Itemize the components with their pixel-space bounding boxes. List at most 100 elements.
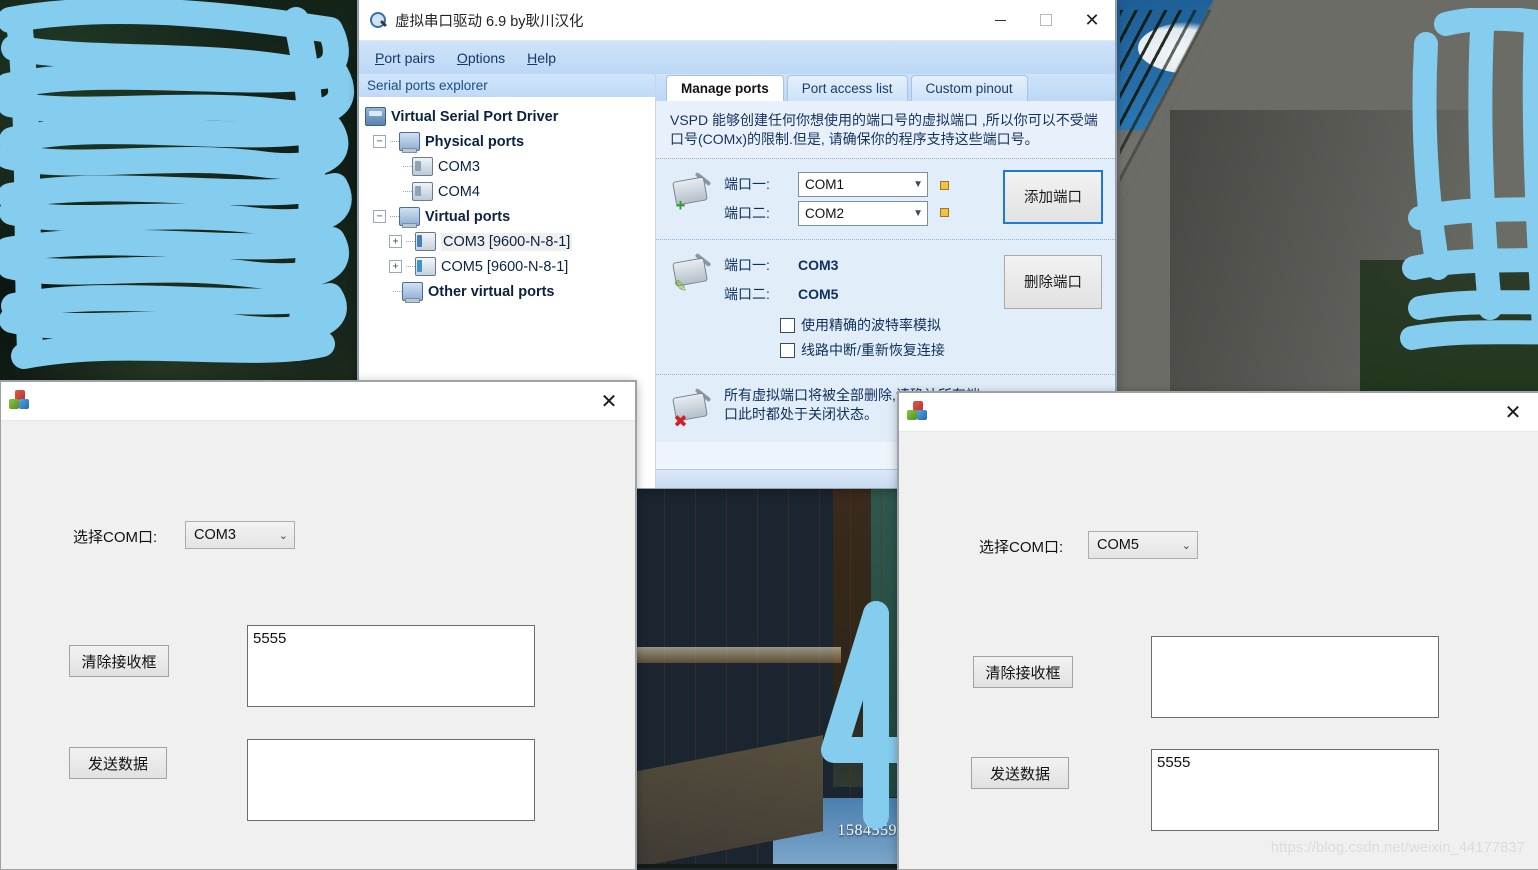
receive-textbox[interactable] [1151,636,1439,718]
send-textbox[interactable]: 5555 [1151,749,1439,831]
tree-label: Physical ports [425,133,525,150]
tree-label: COM5 [9600-N-8-1] [441,258,569,275]
expand-expander[interactable]: + [389,235,402,248]
wallpaper-waterline [633,647,841,663]
expand-expander[interactable]: + [389,260,402,273]
com-port-label: 选择COM口: [73,529,158,546]
add-port1-label: 端口一: [724,176,770,193]
chevron-down-icon: ⌄ [1181,539,1191,552]
send-data-button[interactable]: 发送数据 [69,747,167,779]
menu-help[interactable]: Help [527,50,556,66]
baudrate-emulation-checkbox[interactable] [780,317,795,333]
close-icon: ✕ [1084,10,1100,30]
wallpaper-middle-region: 1584559 [633,487,911,868]
close-icon[interactable]: ✕ [583,382,635,420]
close-button[interactable]: ✕ [1069,0,1115,40]
driver-icon [365,107,386,126]
com-port-value: COM3 [194,527,236,543]
serial-ports-tree: Virtual Serial Port Driver − Physical po… [359,97,655,304]
pair-bracket [936,170,949,199]
vs-app-icon [9,390,31,412]
baudrate-emulation-label: 使用精确的波特率模拟 [801,317,941,334]
virtual-port-icon [415,257,436,276]
computer-icon [402,282,423,303]
chevron-down-icon: ▼ [913,178,923,190]
tree-item-com3-virtual[interactable]: + COM3 [9600-N-8-1] [365,229,655,254]
send-textbox[interactable] [247,739,535,821]
serial-terminal-window-com3: ✕ 选择COM口: COM3 ⌄ 清除接收框 5555 发送数据 [0,381,636,870]
manage-port2-value: COM5 [798,286,839,303]
manage-port1-label: 端口一: [724,257,770,274]
tab-bar: Manage ports Port access list Custom pin… [656,74,1115,101]
vs-app-icon [907,401,929,423]
wallpaper-right-region [1110,0,1538,400]
vspd-description-text: VSPD 能够创建任何你想使用的端口号的虚拟端口 ,所以你可以不受端口号(COM… [656,101,1115,159]
photo-counter-overlay: 1584559 [837,822,897,839]
tree-item-virtual-ports[interactable]: − Virtual ports [365,204,655,229]
computer-icon [399,132,420,153]
chevron-down-icon: ▼ [913,207,923,219]
vspd-titlebar: 虚拟串口驱动 6.9 by耿川汉化 ✕ [359,0,1115,41]
terminal-left-titlebar: ✕ [1,382,635,421]
delete-all-ports-icon: ✖ [672,387,714,431]
com-port-select[interactable]: COM5 ⌄ [1088,531,1198,559]
tree-item-com4-physical[interactable]: COM4 [365,179,655,204]
collapse-expander[interactable]: − [373,210,386,223]
tab-port-access-list[interactable]: Port access list [786,75,908,101]
wallpaper-treeline [1120,10,1538,210]
com-port-label: 选择COM口: [979,539,1064,556]
clear-receive-button[interactable]: 清除接收框 [69,645,169,677]
tree-label: COM3 [9600-N-8-1] [441,232,573,251]
add-ports-section: + 端口一: COM1 ▼ 端口二: COM2 ▼ 添加端口 [656,158,1115,240]
line-break-checkbox[interactable] [780,342,795,358]
add-port1-value: COM1 [805,176,845,192]
virtual-port-icon [415,232,436,251]
tree-item-com5-virtual[interactable]: + COM5 [9600-N-8-1] [365,254,655,279]
manage-ports-section: ✎ 端口一: COM3 端口二: COM5 使用精确的波特率模拟 线路中断/重新… [656,239,1115,375]
manage-ports-panel: VSPD 能够创建任何你想使用的端口号的虚拟端口 ,所以你可以不受端口号(COM… [656,101,1115,442]
port-icon [412,157,433,176]
send-data-button[interactable]: 发送数据 [971,757,1069,789]
computer-icon [399,207,420,228]
terminal-right-titlebar: ✕ [899,393,1538,432]
manage-port2-label: 端口二: [724,286,770,303]
pair-bracket [936,199,949,228]
menu-port-pairs[interactable]: Port pairs [375,50,435,66]
chevron-down-icon: ⌄ [278,529,288,542]
tree-label: Other virtual ports [428,283,555,300]
minimize-button[interactable] [977,0,1023,40]
clear-receive-button[interactable]: 清除接收框 [973,656,1073,688]
close-icon[interactable]: ✕ [1487,393,1538,431]
tree-label: Virtual ports [425,208,511,225]
delete-port-button[interactable]: 删除端口 [1004,254,1102,309]
tree-label: COM3 [438,158,480,175]
add-port-icon: + [672,171,714,215]
add-port2-label: 端口二: [724,205,770,222]
tab-custom-pinout[interactable]: Custom pinout [910,75,1028,101]
tree-item-physical-ports[interactable]: − Physical ports [365,129,655,154]
serial-terminal-window-com5: ✕ 选择COM口: COM5 ⌄ 清除接收框 发送数据 5555 https:/… [898,392,1538,870]
tab-manage-ports[interactable]: Manage ports [666,75,784,101]
add-port-button[interactable]: 添加端口 [1003,169,1103,224]
tree-item-root[interactable]: Virtual Serial Port Driver [365,104,655,129]
tree-item-other-virtual-ports[interactable]: Other virtual ports [365,279,655,304]
sidebar-header: Serial ports explorer [359,74,655,97]
vspd-menubar: Port pairs Options Help [359,41,1115,74]
watermark-url: https://blog.csdn.net/weixin_44177837 [1270,840,1525,856]
wallpaper-left-region [0,0,360,385]
maximize-button[interactable] [1023,0,1069,40]
port-icon [412,182,433,201]
add-port1-select[interactable]: COM1 ▼ [798,171,928,197]
line-break-label: 线路中断/重新恢复连接 [801,342,945,359]
collapse-expander[interactable]: − [373,135,386,148]
tree-label: COM4 [438,183,480,200]
tree-item-com3-physical[interactable]: COM3 [365,154,655,179]
magnifier-icon [369,11,388,29]
receive-textbox[interactable]: 5555 [247,625,535,707]
add-port2-value: COM2 [805,205,845,221]
com-port-select[interactable]: COM3 ⌄ [185,521,295,549]
com-port-value: COM5 [1097,537,1139,553]
vspd-title: 虚拟串口驱动 6.9 by耿川汉化 [395,13,584,30]
menu-options[interactable]: Options [457,50,505,66]
add-port2-select[interactable]: COM2 ▼ [798,200,928,226]
